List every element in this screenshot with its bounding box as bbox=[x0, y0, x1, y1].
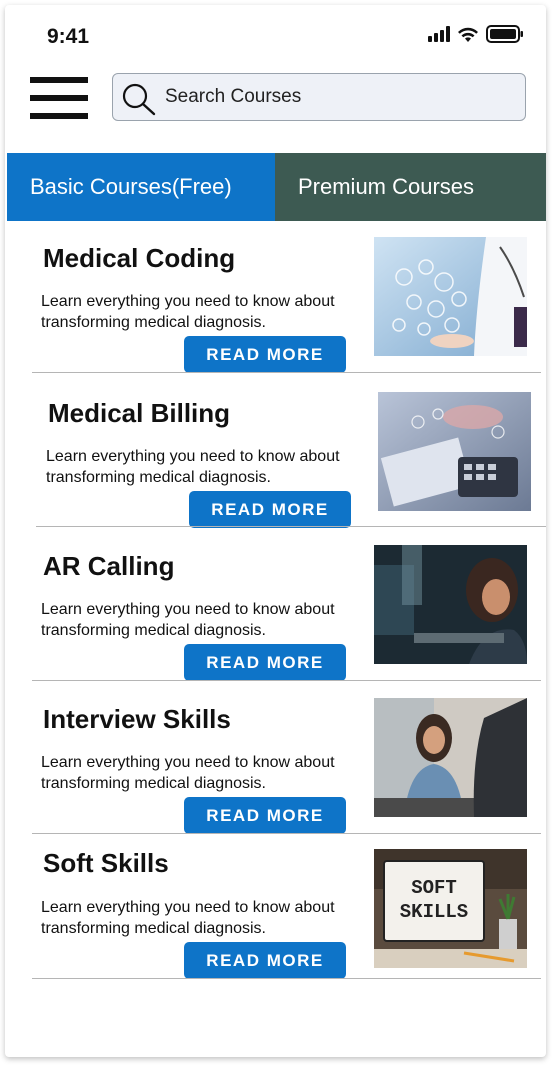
status-icons bbox=[428, 25, 524, 43]
read-more-button[interactable]: READ MORE bbox=[184, 644, 346, 681]
wifi-icon bbox=[458, 27, 478, 42]
battery-icon bbox=[486, 25, 523, 43]
course-description: Learn everything you need to know about … bbox=[41, 601, 335, 639]
divider bbox=[32, 833, 541, 834]
image-text-skills: SKILLS bbox=[400, 901, 468, 923]
course-tabs: Basic Courses(Free) Premium Courses bbox=[7, 153, 546, 221]
divider bbox=[36, 526, 546, 527]
tab-premium-courses[interactable]: Premium Courses bbox=[275, 153, 546, 221]
course-title: Soft Skills bbox=[43, 848, 169, 878]
search-icon bbox=[122, 83, 156, 116]
course-image[interactable] bbox=[374, 237, 527, 356]
course-title: Medical Coding bbox=[43, 243, 236, 273]
read-more-button[interactable]: READ MORE bbox=[189, 491, 351, 528]
read-more-button[interactable]: READ MORE bbox=[184, 336, 346, 373]
course-card-ar-calling: AR Calling Learn everything you need to … bbox=[5, 541, 546, 681]
search-input[interactable] bbox=[165, 74, 515, 119]
course-card-medical-billing: Medical Billing Learn everything you nee… bbox=[5, 388, 546, 528]
tab-label: Basic Courses(Free) bbox=[30, 174, 232, 199]
tab-basic-courses[interactable]: Basic Courses(Free) bbox=[7, 153, 275, 221]
app-screen: 9:41 Basic Courses(Fr bbox=[5, 5, 546, 1057]
course-image[interactable] bbox=[374, 545, 527, 664]
divider bbox=[32, 372, 541, 373]
course-image[interactable] bbox=[378, 392, 531, 511]
tab-label: Premium Courses bbox=[298, 174, 475, 199]
course-title: Interview Skills bbox=[43, 704, 231, 734]
course-card-soft-skills: Soft Skills Learn everything you need to… bbox=[5, 840, 546, 980]
course-title: AR Calling bbox=[43, 551, 175, 581]
course-title: Medical Billing bbox=[48, 398, 231, 428]
course-description: Learn everything you need to know about … bbox=[41, 293, 335, 331]
course-card-interview-skills: Interview Skills Learn everything you ne… bbox=[5, 694, 546, 834]
search-bar[interactable] bbox=[112, 73, 526, 121]
course-image[interactable] bbox=[374, 698, 527, 817]
course-description: Learn everything you need to know about … bbox=[41, 754, 335, 792]
course-image[interactable]: SOFT SKILLS bbox=[374, 849, 527, 968]
signal-icon bbox=[428, 26, 450, 42]
image-text-soft: SOFT bbox=[411, 877, 457, 899]
read-more-button[interactable]: READ MORE bbox=[184, 797, 346, 834]
menu-icon[interactable] bbox=[30, 75, 90, 123]
status-time: 9:41 bbox=[47, 25, 90, 48]
course-card-medical-coding: Medical Coding Learn everything you need… bbox=[5, 233, 546, 373]
status-bar: 9:41 bbox=[5, 5, 546, 65]
read-more-button[interactable]: READ MORE bbox=[184, 942, 346, 979]
course-description: Learn everything you need to know about … bbox=[46, 448, 340, 486]
course-description: Learn everything you need to know about … bbox=[41, 899, 335, 937]
divider bbox=[32, 978, 541, 979]
divider bbox=[32, 680, 541, 681]
